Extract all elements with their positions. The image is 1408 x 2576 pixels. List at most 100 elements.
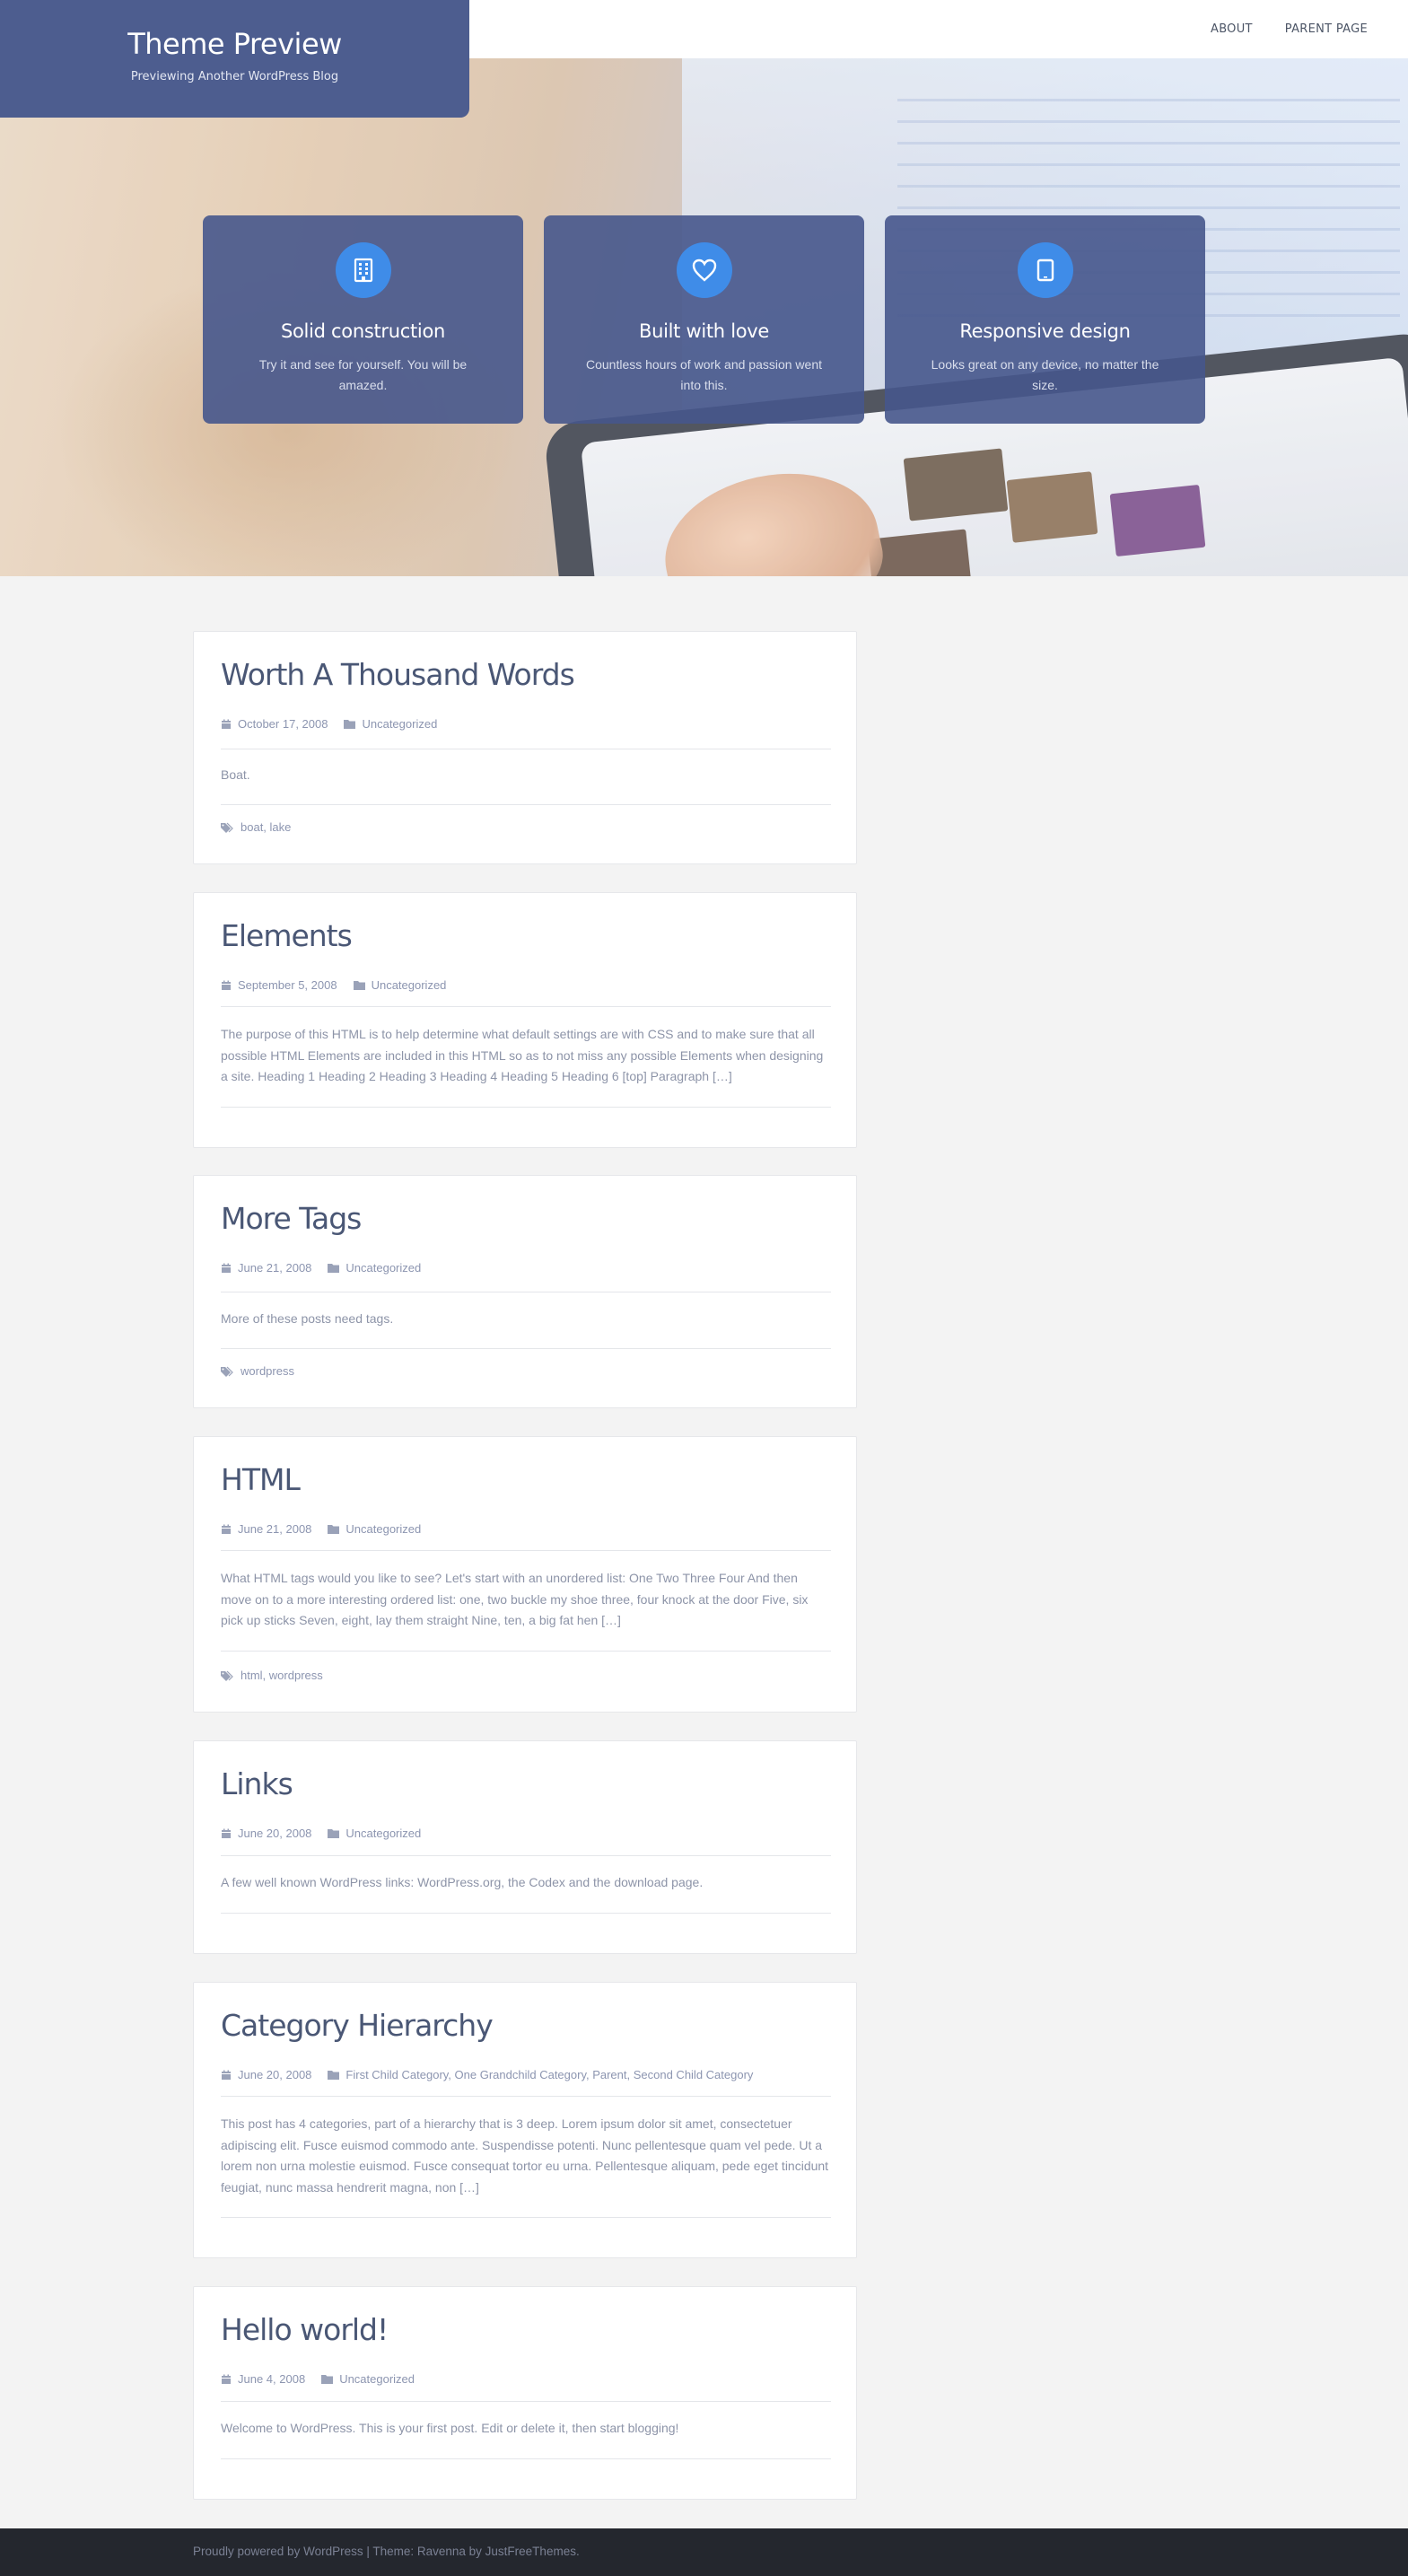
post-date-text: June 4, 2008: [238, 2372, 306, 2386]
divider: [221, 1913, 831, 1914]
tags-icon: [221, 1670, 233, 1681]
divider: [221, 1006, 831, 1007]
post-excerpt: A few well known WordPress links: WordPr…: [221, 1875, 704, 1889]
post-excerpt: The purpose of this HTML is to help dete…: [221, 1027, 824, 1083]
post-category[interactable]: Uncategorized: [344, 717, 437, 731]
folder-icon: [344, 720, 356, 729]
feature-title: Solid construction: [280, 320, 446, 342]
divider: [221, 1651, 831, 1652]
divider: [221, 2458, 831, 2459]
post-date[interactable]: June 20, 2008: [221, 2068, 311, 2081]
footer-credits[interactable]: Proudly powered by WordPress | Theme: Ra…: [193, 2545, 580, 2558]
calendar-icon: [222, 1524, 231, 1534]
post-title[interactable]: Worth A Thousand Words: [221, 657, 575, 692]
post-card: HTML June 21, 2008 Uncategorized What HT…: [193, 1436, 857, 1713]
divider: [221, 2096, 831, 2097]
nav-item-parent-page[interactable]: PARENT PAGE: [1285, 22, 1368, 36]
folder-icon: [328, 1525, 340, 1534]
post-excerpt: Boat.: [221, 767, 250, 782]
post-meta: June 21, 2008 Uncategorized: [221, 1261, 421, 1275]
tablet-icon: [1017, 242, 1073, 298]
feature-box-built-with-love: Built with love Countless hours of work …: [544, 215, 864, 424]
site-tagline: Previewing Another WordPress Blog: [130, 70, 339, 83]
divider: [221, 1550, 831, 1551]
feature-text: Countless hours of work and passion went…: [585, 357, 823, 392]
tags-icon: [221, 822, 233, 833]
heart-icon: [676, 242, 732, 298]
feature-text: Try it and see for yourself. You will be…: [258, 357, 468, 392]
post-card: Hello world! June 4, 2008 Uncategorized …: [193, 2286, 857, 2500]
post-excerpt: What HTML tags would you like to see? Le…: [221, 1571, 809, 1627]
nav-item-about[interactable]: ABOUT: [1211, 22, 1253, 36]
post-date-text: June 21, 2008: [238, 1522, 312, 1536]
main-nav: ABOUT PARENT PAGE: [1211, 0, 1368, 58]
feature-title: Responsive design: [959, 320, 1131, 342]
post-category[interactable]: First Child Category, One Grandchild Cat…: [328, 2068, 753, 2081]
post-excerpt: Welcome to WordPress. This is your first…: [221, 2421, 679, 2435]
post-category[interactable]: Uncategorized: [353, 978, 446, 992]
calendar-icon: [222, 2070, 231, 2080]
post-title[interactable]: HTML: [221, 1462, 301, 1497]
divider: [221, 1348, 831, 1349]
post-tags-text: boat, lake: [240, 820, 292, 834]
site-title[interactable]: Theme Preview: [0, 27, 469, 61]
post-excerpt: This post has 4 categories, part of a hi…: [221, 2116, 829, 2195]
calendar-icon: [222, 2374, 231, 2384]
post-date[interactable]: June 20, 2008: [221, 1827, 311, 1840]
post-title[interactable]: Hello world!: [221, 2312, 389, 2347]
post-date-text: June 21, 2008: [238, 1261, 312, 1275]
folder-icon: [321, 2375, 334, 2384]
divider: [221, 1855, 831, 1856]
post-card: Category Hierarchy June 20, 2008 First C…: [193, 1982, 857, 2258]
post-meta: June 20, 2008 First Child Category, One …: [221, 2068, 753, 2081]
post-category[interactable]: Uncategorized: [328, 1261, 421, 1275]
building-icon: [335, 242, 391, 298]
post-category-text: Uncategorized: [362, 717, 438, 731]
post-meta: June 4, 2008 Uncategorized: [221, 2372, 415, 2386]
post-category[interactable]: Uncategorized: [328, 1522, 421, 1536]
post-category[interactable]: Uncategorized: [328, 1827, 421, 1840]
post-title[interactable]: More Tags: [221, 1201, 362, 1236]
post-card: Elements September 5, 2008 Uncategorized…: [193, 892, 857, 1148]
post-tags[interactable]: boat, lake: [221, 820, 291, 834]
post-meta: September 5, 2008 Uncategorized: [221, 978, 446, 992]
post-date-text: June 20, 2008: [238, 2068, 312, 2081]
post-title[interactable]: Category Hierarchy: [221, 2008, 494, 2043]
divider: [221, 2401, 831, 2402]
divider: [221, 1107, 831, 1108]
feature-text: Looks great on any device, no matter the…: [931, 357, 1159, 392]
post-date[interactable]: June 21, 2008: [221, 1522, 311, 1536]
calendar-icon: [222, 1263, 231, 1273]
post-title[interactable]: Links: [221, 1766, 293, 1801]
site-branding[interactable]: Theme Preview Previewing Another WordPre…: [0, 0, 469, 118]
feature-box-solid-construction: Solid construction Try it and see for yo…: [203, 215, 523, 424]
calendar-icon: [222, 719, 231, 729]
tags-icon: [221, 1366, 233, 1377]
post-category-text: Uncategorized: [339, 2372, 415, 2386]
post-meta: June 20, 2008 Uncategorized: [221, 1827, 421, 1840]
post-meta: June 21, 2008 Uncategorized: [221, 1522, 421, 1536]
post-tags[interactable]: wordpress: [221, 1364, 294, 1378]
post-tags-text: wordpress: [240, 1364, 294, 1378]
post-title[interactable]: Elements: [221, 918, 353, 953]
post-card: More Tags June 21, 2008 Uncategorized Mo…: [193, 1175, 857, 1408]
divider: [221, 804, 831, 805]
post-excerpt: More of these posts need tags.: [221, 1311, 394, 1326]
post-tags[interactable]: html, wordpress: [221, 1669, 323, 1682]
feature-title: Built with love: [638, 320, 770, 342]
post-tags-text: html, wordpress: [240, 1669, 323, 1682]
post-category-text: Uncategorized: [345, 1827, 422, 1840]
post-category[interactable]: Uncategorized: [321, 2372, 415, 2386]
site-footer: Proudly powered by WordPress | Theme: Ra…: [0, 2528, 1408, 2576]
folder-icon: [328, 2071, 340, 2080]
post-category-text: First Child Category, One Grandchild Cat…: [345, 2068, 754, 2081]
post-date[interactable]: June 4, 2008: [221, 2372, 305, 2386]
divider: [221, 2217, 831, 2218]
post-date[interactable]: October 17, 2008: [221, 717, 328, 731]
folder-icon: [353, 981, 365, 990]
feature-box-responsive-design: Responsive design Looks great on any dev…: [885, 215, 1205, 424]
post-date-text: June 20, 2008: [238, 1827, 312, 1840]
folder-icon: [328, 1829, 340, 1838]
post-date[interactable]: June 21, 2008: [221, 1261, 311, 1275]
post-date[interactable]: September 5, 2008: [221, 978, 337, 992]
